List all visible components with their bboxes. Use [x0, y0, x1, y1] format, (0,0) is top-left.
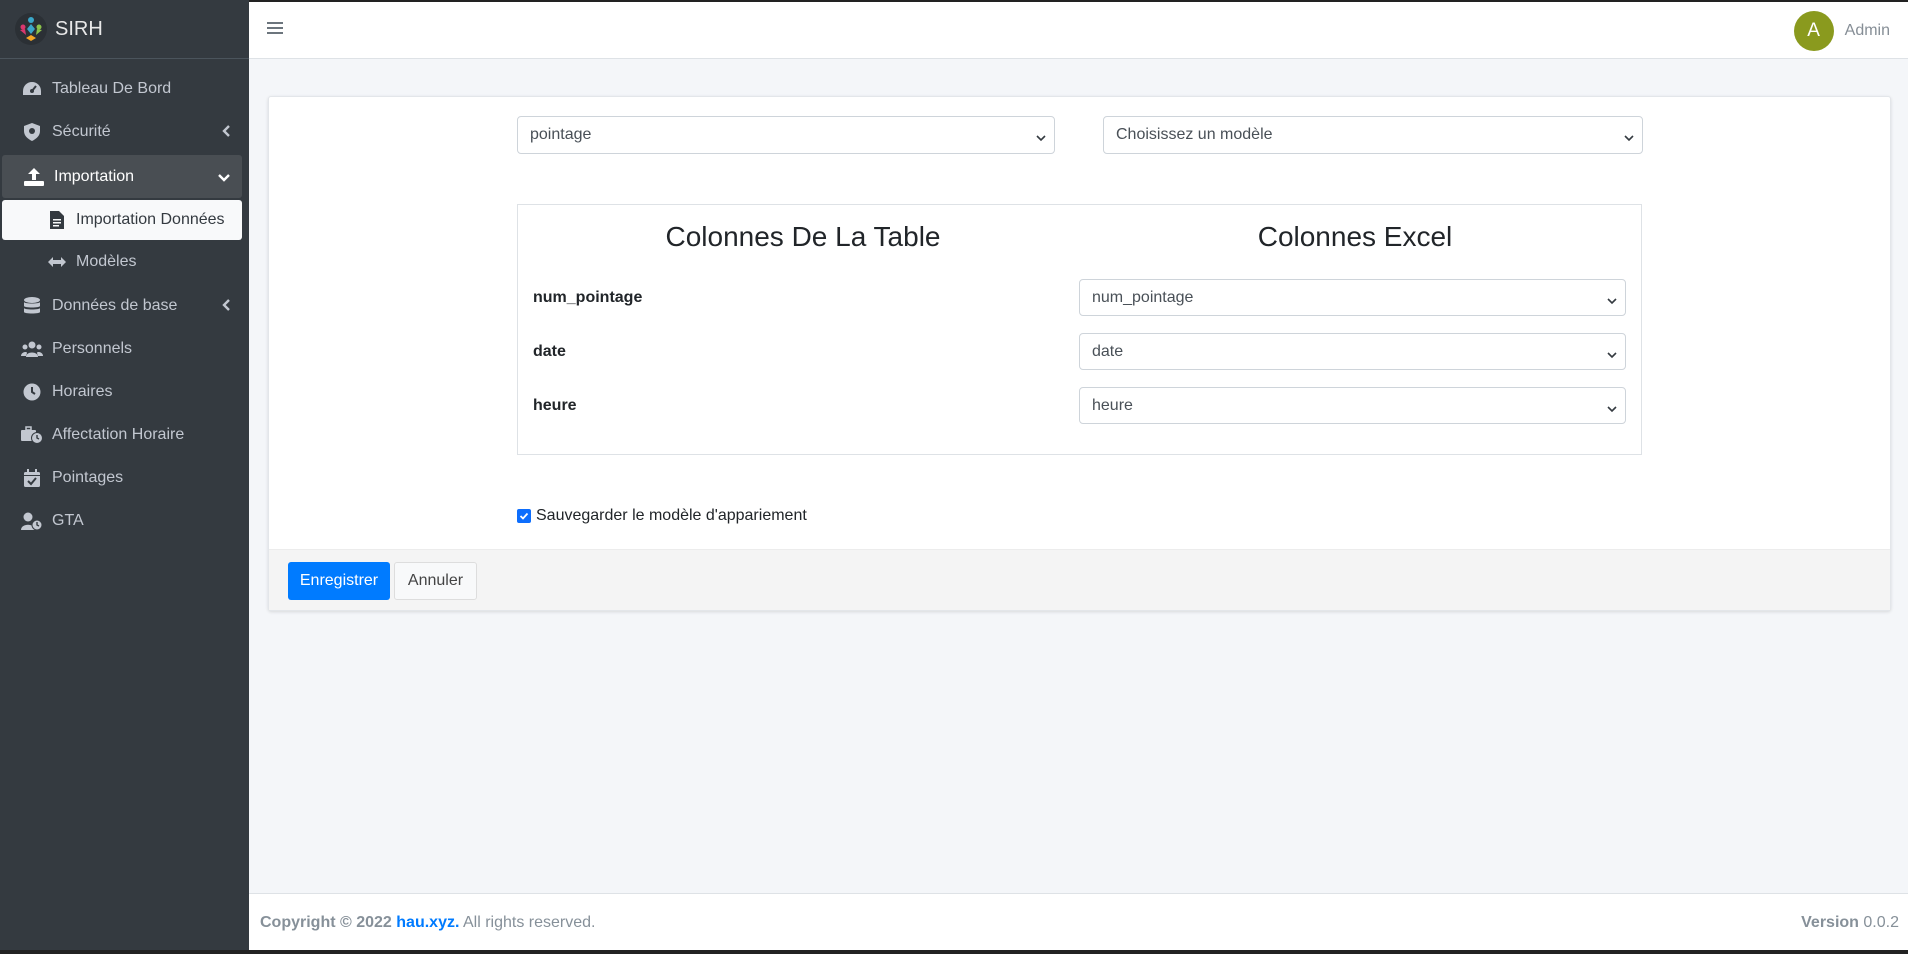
- sidebar-item-label: Personnels: [52, 339, 133, 357]
- database-icon: [21, 296, 43, 315]
- save-button[interactable]: Enregistrer: [288, 562, 390, 600]
- table-select-value: pointage: [530, 126, 592, 143]
- version-label: Version: [1801, 914, 1859, 931]
- column-mapping-box: Colonnes De La Table Colonnes Excel num_…: [517, 204, 1642, 455]
- version-value: 0.0.2: [1863, 914, 1899, 931]
- save-model-option: Sauvegarder le modèle d'appariement: [517, 507, 807, 525]
- window-bottom-edge: [0, 950, 1908, 954]
- dashboard-icon: [21, 80, 43, 98]
- mapping-row-label: heure: [533, 397, 577, 414]
- sidebar-subitem-label: Modèles: [76, 253, 137, 270]
- chevron-down-icon: [1607, 347, 1617, 358]
- sidebar: SIRH Tableau De Bord Sécurité Importatio…: [0, 0, 249, 954]
- sidebar-subitem-importation-donnees[interactable]: Importation Données: [2, 200, 242, 240]
- card-footer: Enregistrer Annuler: [269, 549, 1890, 610]
- chevron-down-icon: [218, 169, 230, 185]
- excel-column-value: num_pointage: [1092, 288, 1194, 306]
- sidebar-item-tableau-de-bord[interactable]: Tableau De Bord: [0, 67, 242, 110]
- sidebar-nav: Tableau De Bord Sécurité Importation Imp…: [0, 59, 249, 542]
- chevron-left-icon: [222, 298, 230, 314]
- top-navbar: A Admin: [249, 2, 1908, 59]
- sidebar-item-label: Affectation Horaire: [52, 425, 185, 443]
- file-icon: [47, 211, 67, 229]
- user-clock-icon: [21, 512, 43, 530]
- page-footer: Copyright © 2022 hau.xyz. All rights res…: [249, 893, 1908, 950]
- chevron-down-icon: [1624, 130, 1634, 142]
- sidebar-item-label: Sécurité: [52, 122, 111, 140]
- upload-icon: [23, 167, 45, 186]
- mapping-row-label: num_pointage: [533, 289, 643, 306]
- excel-column-select[interactable]: date: [1079, 333, 1626, 370]
- shield-icon: [21, 122, 43, 141]
- rights-text: All rights reserved.: [462, 914, 596, 931]
- cancel-button[interactable]: Annuler: [394, 562, 477, 600]
- sidebar-item-gta[interactable]: GTA: [0, 499, 242, 542]
- business-time-icon: [21, 425, 43, 444]
- save-model-label: Sauvegarder le modèle d'appariement: [536, 507, 807, 524]
- import-card: pointage Choisissez un modèle Colonnes D…: [268, 96, 1891, 611]
- sidebar-item-personnels[interactable]: Personnels: [0, 327, 242, 370]
- version: Version 0.0.2: [1801, 914, 1899, 932]
- table-columns-header: Colonnes De La Table: [665, 221, 941, 252]
- users-icon: [21, 340, 43, 358]
- brand[interactable]: SIRH: [0, 0, 249, 59]
- sidebar-item-label: Pointages: [52, 468, 124, 486]
- sidebar-item-importation[interactable]: Importation: [2, 155, 242, 198]
- sidebar-item-label: Données de base: [52, 296, 178, 314]
- brand-logo-icon: [14, 12, 48, 46]
- site-link[interactable]: hau.xyz.: [396, 914, 459, 931]
- chevron-down-icon: [1036, 130, 1046, 142]
- sidebar-item-affectation-horaire[interactable]: Affectation Horaire: [0, 413, 242, 456]
- user-name: Admin: [1844, 22, 1890, 39]
- chevron-left-icon: [222, 124, 230, 140]
- excel-column-select[interactable]: heure: [1079, 387, 1626, 424]
- calendar-check-icon: [21, 468, 43, 487]
- copyright: Copyright © 2022 hau.xyz. All rights res…: [260, 914, 595, 932]
- excel-column-value: heure: [1092, 396, 1133, 414]
- table-select[interactable]: pointage: [517, 116, 1055, 154]
- user-menu[interactable]: A Admin: [1793, 11, 1890, 51]
- sidebar-item-label: Importation: [54, 167, 135, 185]
- avatar: A: [1793, 11, 1834, 51]
- excel-columns-header: Colonnes Excel: [1257, 221, 1453, 252]
- sidebar-item-horaires[interactable]: Horaires: [0, 370, 242, 413]
- model-select[interactable]: Choisissez un modèle: [1103, 116, 1643, 154]
- sidebar-subitem-modeles[interactable]: Modèles: [2, 242, 242, 282]
- sidebar-item-pointages[interactable]: Pointages: [0, 456, 242, 499]
- sidebar-item-securite[interactable]: Sécurité: [0, 110, 242, 153]
- excel-column-select[interactable]: num_pointage: [1079, 279, 1626, 316]
- copyright-text: Copyright © 2022: [260, 914, 392, 931]
- sidebar-item-label: Horaires: [52, 382, 113, 400]
- excel-column-value: date: [1092, 342, 1124, 360]
- clock-icon: [21, 383, 43, 401]
- save-model-checkbox[interactable]: [517, 509, 531, 523]
- sidebar-item-label: GTA: [52, 511, 84, 529]
- chevron-down-icon: [1607, 401, 1617, 412]
- sidebar-item-label: Tableau De Bord: [52, 79, 172, 97]
- sidebar-subitem-label: Importation Données: [76, 211, 225, 228]
- menu-toggle-icon[interactable]: [267, 22, 283, 36]
- chevron-down-icon: [1607, 293, 1617, 304]
- mapping-row-label: date: [533, 343, 566, 360]
- arrows-h-icon: [47, 257, 67, 267]
- sidebar-item-donnees-de-base[interactable]: Données de base: [0, 284, 242, 327]
- model-select-value: Choisissez un modèle: [1116, 126, 1273, 143]
- brand-name: SIRH: [55, 17, 103, 40]
